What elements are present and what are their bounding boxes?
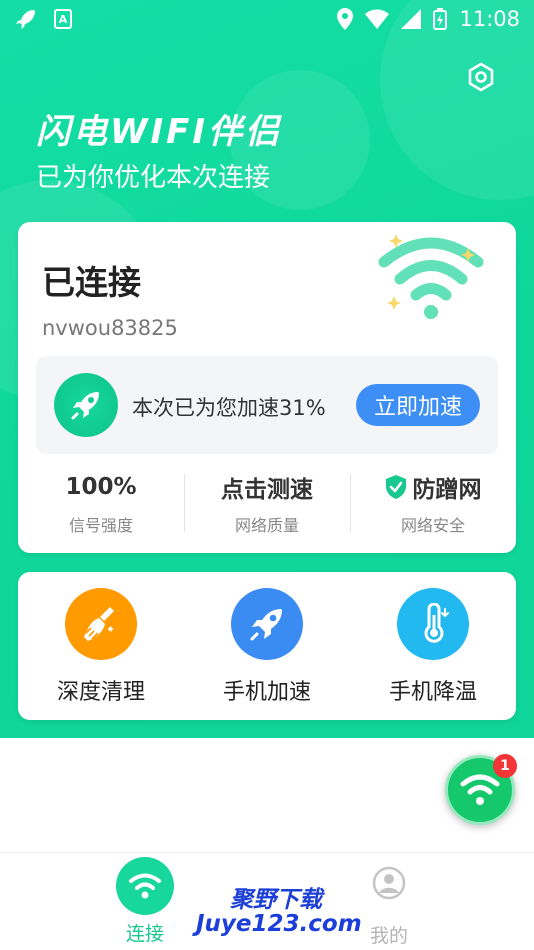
stat-speed-test[interactable]: 点击测速 网络质量 (184, 470, 350, 540)
tool-label: 深度清理 (56, 680, 145, 705)
connection-card: 已连接 nvwou83825 本次已为您加速31% 立即加速 100% 信号强度 (18, 222, 516, 553)
watermark: 聚野下载 Juye123.com (196, 887, 362, 938)
stat-label: 信号强度 (68, 516, 133, 535)
wifi-status-icon (365, 9, 390, 29)
cell-signal-icon (401, 9, 422, 29)
rocket-notification-icon (16, 10, 35, 29)
tool-phone-boost[interactable]: 手机加速 (184, 572, 350, 720)
nav-mine-label: 我的 (369, 925, 408, 947)
stats-row: 100% 信号强度 点击测速 网络质量 防蹭网 网络安全 (18, 470, 516, 540)
wifi-icon (129, 873, 161, 899)
watermark-line2: Juye123.com (196, 911, 362, 938)
shield-check-icon (385, 475, 406, 499)
app-subtitle: 已为你优化本次连接 (36, 163, 271, 193)
app-notification-icon: A (54, 9, 72, 29)
nav-connect-icon-bg[interactable] (116, 857, 174, 915)
watermark-line1: 聚野下载 (230, 887, 322, 913)
stat-label: 网络安全 (400, 516, 465, 535)
tool-deep-clean[interactable]: 深度清理 (18, 572, 184, 720)
boost-panel: 本次已为您加速31% 立即加速 (36, 356, 498, 454)
tool-phone-cool[interactable]: 手机降温 (350, 572, 516, 720)
tool-icon-bg[interactable] (397, 588, 469, 660)
wifi-illustration-icon (378, 234, 484, 319)
stat-value: 100% (65, 474, 137, 500)
wifi-icon (460, 774, 500, 805)
stat-signal: 100% 信号强度 (18, 470, 184, 540)
stat-value-security[interactable]: 防蹭网 (350, 470, 516, 504)
tool-icon-bg[interactable] (65, 588, 137, 660)
tool-label: 手机加速 (222, 680, 311, 705)
rocket-icon (250, 609, 282, 641)
boost-result-text: 本次已为您加速31% (132, 396, 326, 420)
notification-badge: 1 (493, 754, 517, 778)
clock: 11:08 (459, 7, 520, 31)
stat-value[interactable]: 点击测速 (184, 470, 350, 504)
nav-connect[interactable]: 连接 (90, 853, 200, 946)
boost-now-button[interactable]: 立即加速 (356, 384, 480, 426)
tool-icon-bg[interactable] (231, 588, 303, 660)
location-icon (337, 8, 354, 30)
tools-card: 深度清理 手机加速 手机降温 (18, 572, 516, 720)
rocket-icon (71, 392, 99, 420)
stat-label: 网络质量 (234, 516, 299, 535)
connection-status: 已连接 (42, 263, 141, 302)
settings-icon[interactable] (466, 62, 496, 92)
stat-value-text: 防蹭网 (412, 477, 482, 503)
thermometer-icon (424, 603, 449, 643)
nav-connect-label: 连接 (125, 923, 164, 945)
notification-letter: A (58, 12, 68, 26)
battery-charging-icon (433, 8, 448, 30)
status-bar: A 11:08 (0, 0, 534, 38)
broom-icon (84, 607, 114, 641)
boost-rocket-badge (54, 373, 118, 437)
stat-security[interactable]: 防蹭网 网络安全 (350, 470, 516, 540)
wifi-ssid: nvwou83825 (42, 316, 178, 340)
user-profile-icon[interactable] (371, 865, 407, 901)
app-title: 闪电WIFI伴侣 (36, 112, 283, 152)
tool-label: 手机降温 (388, 680, 477, 705)
